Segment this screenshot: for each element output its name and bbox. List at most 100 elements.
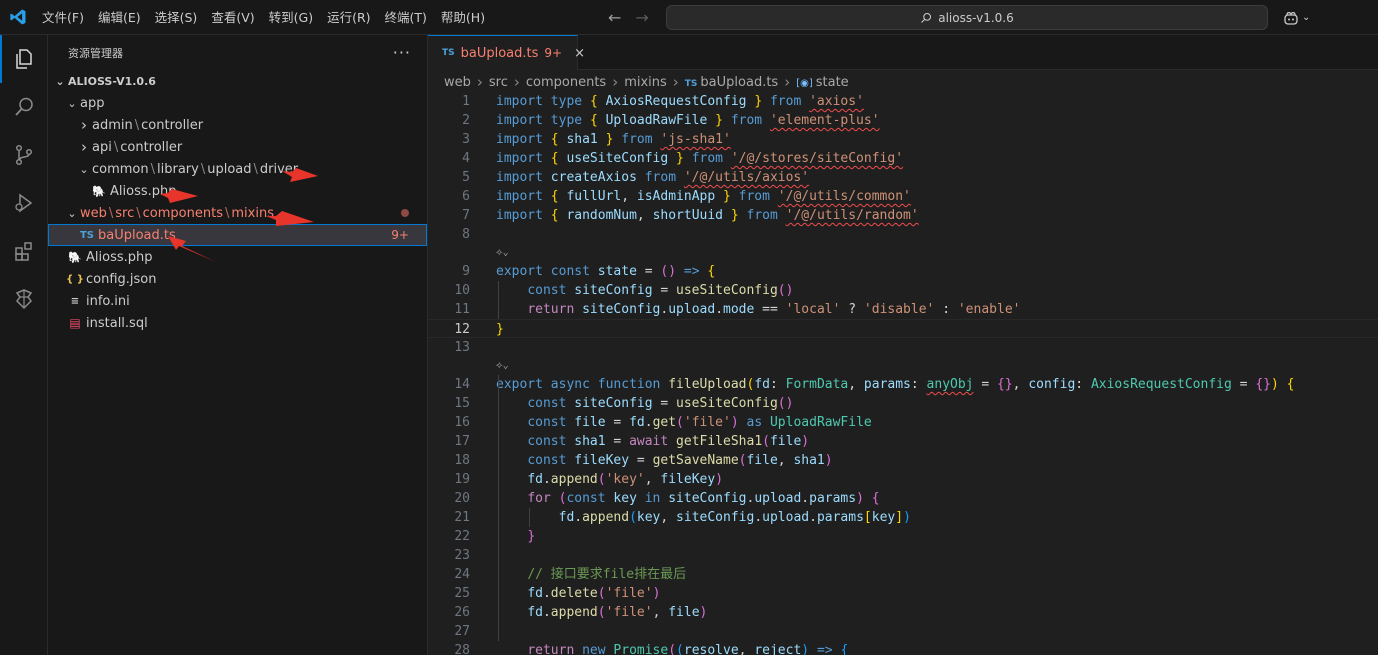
tab-label: baUpload.ts (460, 45, 539, 61)
code-token: '/@/utils/random' (785, 208, 919, 223)
code-token: : (942, 302, 958, 317)
tab-baupload-ts[interactable]: TS baUpload.ts 9+ × (428, 35, 585, 70)
code-token: } (723, 189, 739, 204)
menu-item[interactable]: 编辑(E) (91, 0, 148, 35)
code-text: fd.append('key', fileKey) (496, 470, 723, 489)
menu-item[interactable]: 帮助(H) (434, 0, 492, 35)
tree-item[interactable]: TS baUpload.ts 9+ (48, 224, 427, 246)
line-number: 19 (454, 472, 470, 487)
code-text: fd.append('file', file) (496, 603, 707, 622)
code-text: fd.append(key, siteConfig.upload.params[… (496, 508, 911, 527)
tree-item[interactable]: 🐘 Alioss.php (48, 180, 427, 202)
code-token: { (589, 113, 606, 128)
path-separator: \ (224, 205, 230, 221)
code-token: key (613, 491, 645, 506)
code-token: // 接口要求file排在最后 (527, 567, 687, 582)
menu-item[interactable]: 查看(V) (204, 0, 261, 35)
code-line: 2 import type { UploadRawFile } from 'ele… (428, 111, 1378, 130)
tree-item[interactable]: 🐘 Alioss.php (48, 246, 427, 268)
code-token: 'enable' (957, 302, 1021, 317)
more-actions-icon[interactable]: ··· (393, 43, 411, 62)
breadcrumb-item[interactable]: components (526, 75, 606, 90)
extensions-icon[interactable] (0, 227, 48, 275)
source-control-icon[interactable] (0, 131, 48, 179)
sidebar-title: 资源管理器 (68, 46, 123, 60)
menu-item[interactable]: 转到(G) (262, 0, 320, 35)
code-line: 13 (428, 338, 1378, 357)
run-debug-icon[interactable] (0, 179, 48, 227)
code-token: export (496, 264, 551, 279)
code-token: createAxios (550, 170, 645, 185)
breadcrumb-file[interactable]: TS baUpload.ts (685, 75, 778, 90)
tree-item[interactable]: › admin \ controller (48, 114, 427, 136)
code-token: } (676, 151, 692, 166)
command-center-search[interactable]: alioss-v1.0.6 (666, 5, 1268, 30)
code-token: fullUrl (566, 189, 622, 204)
code-text: const siteConfig = useSiteConfig() (496, 281, 793, 300)
code-token: fileUpload (668, 377, 747, 392)
forward-arrow-icon[interactable]: → (635, 8, 648, 27)
code-token: '/@/utils/common' (777, 189, 911, 204)
search-icon (921, 12, 932, 23)
close-tab-icon[interactable]: × (574, 46, 585, 61)
tree-item-label: install.sql (86, 315, 148, 331)
copilot-button[interactable]: ⌄ (1283, 0, 1310, 35)
line-number: 20 (454, 491, 470, 506)
path-separator: \ (136, 205, 141, 221)
code-token: ( (762, 434, 770, 449)
code-token: sha1 (566, 132, 606, 147)
tree-item[interactable]: ⌄ app (48, 92, 427, 114)
line-number: 25 (454, 586, 470, 601)
codelens-icon[interactable]: ⟡⌄ (496, 357, 509, 375)
menu-item[interactable]: 终端(T) (378, 0, 434, 35)
code-token: , (738, 643, 755, 655)
breadcrumb-item[interactable]: src (489, 75, 508, 90)
tree-item[interactable]: ⌄ common \ library \ upload \ driver (48, 158, 427, 180)
tree-item-label: controller (120, 139, 183, 155)
line-number: 15 (454, 396, 470, 411)
code-line: 11 return siteConfig.upload.mode == 'loc… (428, 300, 1378, 319)
tree-item[interactable]: ⌄ web \ src \ components \ mixins (48, 202, 427, 224)
code-line: 1 import type { AxiosRequestConfig } from… (428, 92, 1378, 111)
code-token: => (816, 643, 841, 655)
breadcrumb-item[interactable]: mixins (624, 75, 667, 90)
code-token: . (574, 510, 583, 525)
explorer-icon[interactable] (0, 35, 48, 83)
indent-guide (498, 375, 499, 641)
code-token: 'element-plus' (769, 113, 880, 128)
code-token: ) (801, 434, 810, 449)
search-icon[interactable] (0, 83, 48, 131)
code-text: return new Promise((resolve, reject) => … (496, 641, 848, 655)
tree-item[interactable]: ▤ install.sql (48, 312, 427, 334)
tree-item[interactable]: ≡ info.ini (48, 290, 427, 312)
menu-item[interactable]: 文件(F) (35, 0, 91, 35)
back-arrow-icon[interactable]: ← (608, 8, 621, 27)
code-text: import { sha1 } from 'js-sha1' (496, 130, 731, 149)
code-token: const (527, 453, 575, 468)
breadcrumb-symbol[interactable]: [◉] state (796, 75, 848, 90)
workspace-root[interactable]: ⌄ ALIOSS-V1.0.6 (48, 70, 427, 92)
code-token: reject (754, 643, 802, 655)
workspace-root-label: ALIOSS-V1.0.6 (68, 74, 156, 88)
menu-item[interactable]: 运行(R) (320, 0, 377, 35)
code-line: 12} (428, 319, 1378, 338)
code-line: 20 for (const key in siteConfig.upload.p… (428, 489, 1378, 508)
code-editor[interactable]: 1 import type { AxiosRequestConfig } from… (428, 92, 1378, 655)
tree-item[interactable]: › api \ controller (48, 136, 427, 158)
typescript-file-icon: TS (442, 48, 455, 58)
line-number: 27 (454, 624, 470, 639)
breadcrumb-item[interactable]: web (444, 75, 471, 90)
codelens-icon[interactable]: ⟡⌄ (496, 244, 509, 262)
code-token: return (527, 302, 583, 317)
menu-item[interactable]: 选择(S) (148, 0, 205, 35)
tree-item[interactable]: { } config.json (48, 268, 427, 290)
chevron-right-icon: › (672, 73, 679, 91)
code-token: file (574, 415, 614, 430)
code-token: siteConfig (582, 302, 661, 317)
remote-extension-icon[interactable] (0, 275, 48, 323)
tree-item-label: config.json (86, 271, 157, 287)
